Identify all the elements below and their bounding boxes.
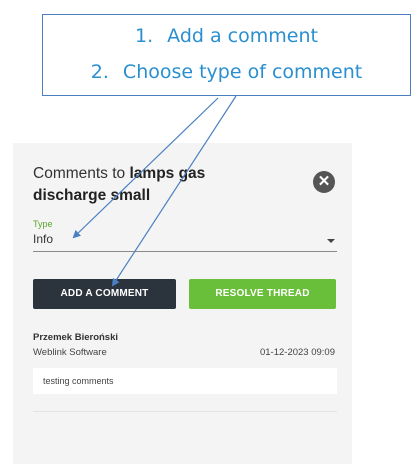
add-comment-button[interactable]: ADD A COMMENT — [33, 279, 176, 309]
type-value: Info — [33, 232, 54, 246]
comment-company: Weblink Software — [33, 347, 107, 358]
resolve-thread-button[interactable]: RESOLVE THREAD — [189, 279, 336, 309]
comment-text: testing comments — [33, 368, 337, 394]
callout-step-2: 2. Choose type of comment — [43, 61, 410, 83]
type-label: Type — [33, 219, 53, 229]
comments-panel: Comments to lamps gas discharge small ✕ … — [13, 143, 352, 464]
panel-title: Comments to lamps gas discharge small — [33, 163, 293, 207]
divider — [33, 411, 337, 412]
type-select[interactable]: Type Info — [33, 219, 337, 252]
callout-step-2-text: Choose type of comment — [122, 61, 363, 83]
annotation-callout: 1. Add a comment 2. Choose type of comment — [42, 14, 411, 96]
close-icon[interactable]: ✕ — [313, 171, 335, 193]
comment-date: 01-12-2023 09:09 — [259, 347, 335, 358]
panel-title-item-1: lamps gas — [129, 165, 206, 182]
panel-title-prefix: Comments to — [33, 165, 130, 182]
callout-step-2-number: 2. — [90, 61, 109, 83]
callout-step-1-text: Add a comment — [167, 25, 318, 47]
callout-step-1: 1. Add a comment — [43, 25, 410, 47]
callout-step-1-number: 1. — [135, 25, 154, 47]
chevron-down-icon — [327, 239, 335, 243]
comment-author: Przemek Bieroński — [33, 332, 119, 343]
panel-title-item-2: discharge small — [33, 187, 151, 204]
